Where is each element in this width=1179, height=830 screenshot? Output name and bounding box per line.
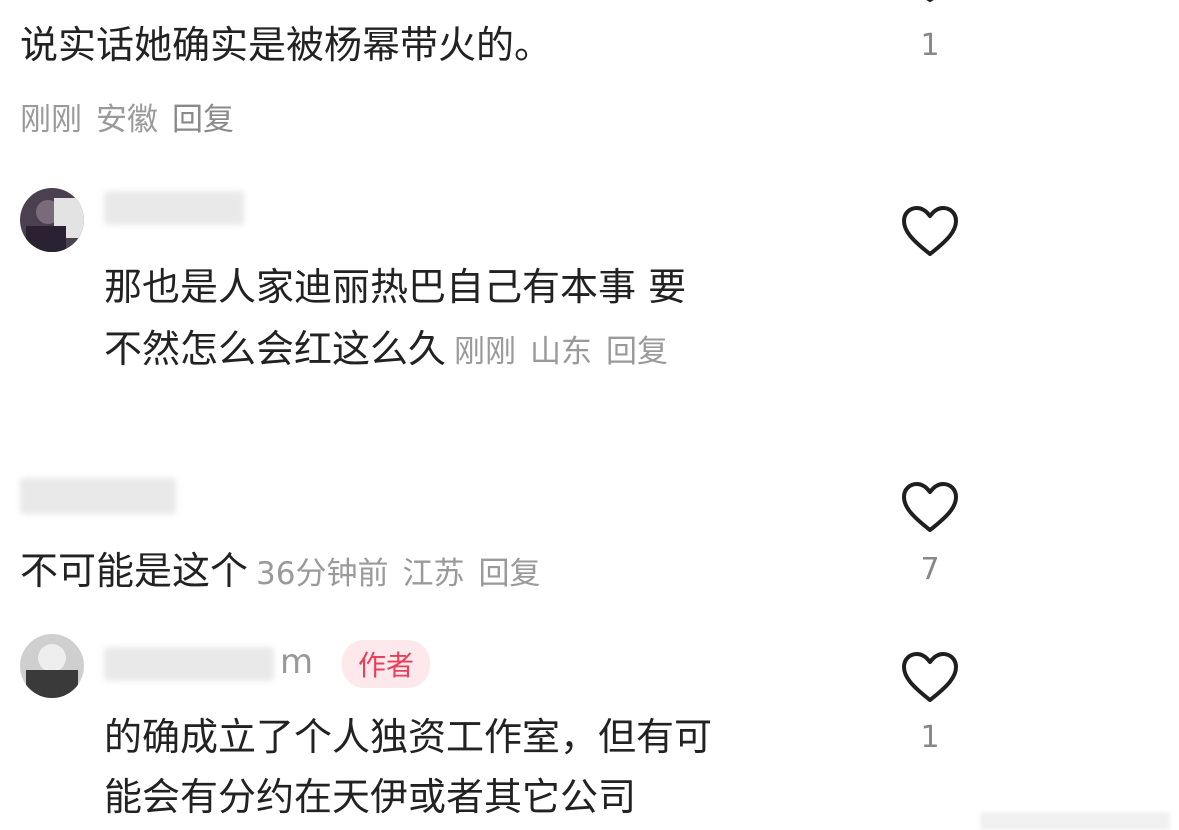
like-count: 7 — [920, 552, 940, 587]
comment-meta: 刚刚 山东 回复 — [454, 334, 668, 370]
comment-text: 不然怎么会红这么久 刚刚 山东 回复 — [104, 318, 668, 383]
username[interactable] — [20, 474, 176, 514]
avatar[interactable] — [20, 188, 84, 252]
comment-location: 安徽 — [96, 102, 158, 138]
reply-button[interactable]: 回复 — [478, 556, 540, 592]
comment-time: 刚刚 — [454, 334, 517, 370]
reply-button[interactable]: 回复 — [606, 334, 668, 370]
author-badge: 作者 — [342, 640, 431, 688]
like-count: 1 — [920, 28, 940, 63]
comment-time: 36分钟前 — [256, 556, 389, 592]
comment-text: 说实话她确实是被杨幂带火的。 — [20, 23, 553, 67]
comment-text: 的确成立了个人独资工作室，但有可 — [104, 715, 713, 759]
username-text: m — [280, 642, 314, 682]
comment-text-line: 不然怎么会红这么久 — [104, 327, 447, 371]
heart-icon[interactable] — [900, 650, 960, 704]
comment-time: 刚刚 — [20, 102, 82, 138]
comment-location: 江苏 — [402, 556, 465, 592]
comment-text: 能会有分约在天伊或者其它公司 — [104, 775, 637, 819]
like-count: 1 — [920, 720, 940, 755]
comment-meta: 36分钟前 江苏 回复 — [256, 556, 540, 592]
comment-text-line: 不可能是这个 — [20, 549, 249, 593]
comment-text: 那也是人家迪丽热巴自己有本事 要 — [104, 265, 687, 309]
avatar[interactable] — [20, 634, 84, 698]
watermark — [980, 812, 1170, 830]
heart-icon[interactable] — [900, 0, 960, 6]
username[interactable] — [104, 186, 244, 226]
heart-icon[interactable] — [900, 480, 960, 534]
reply-button[interactable]: 回复 — [172, 102, 234, 138]
comment-text: 不可能是这个 36分钟前 江苏 回复 — [20, 540, 540, 605]
comment-meta: 刚刚 安徽 回复 — [20, 94, 234, 139]
comment-location: 山东 — [530, 334, 593, 370]
username[interactable]: m — [104, 642, 313, 682]
heart-icon[interactable] — [900, 204, 960, 258]
